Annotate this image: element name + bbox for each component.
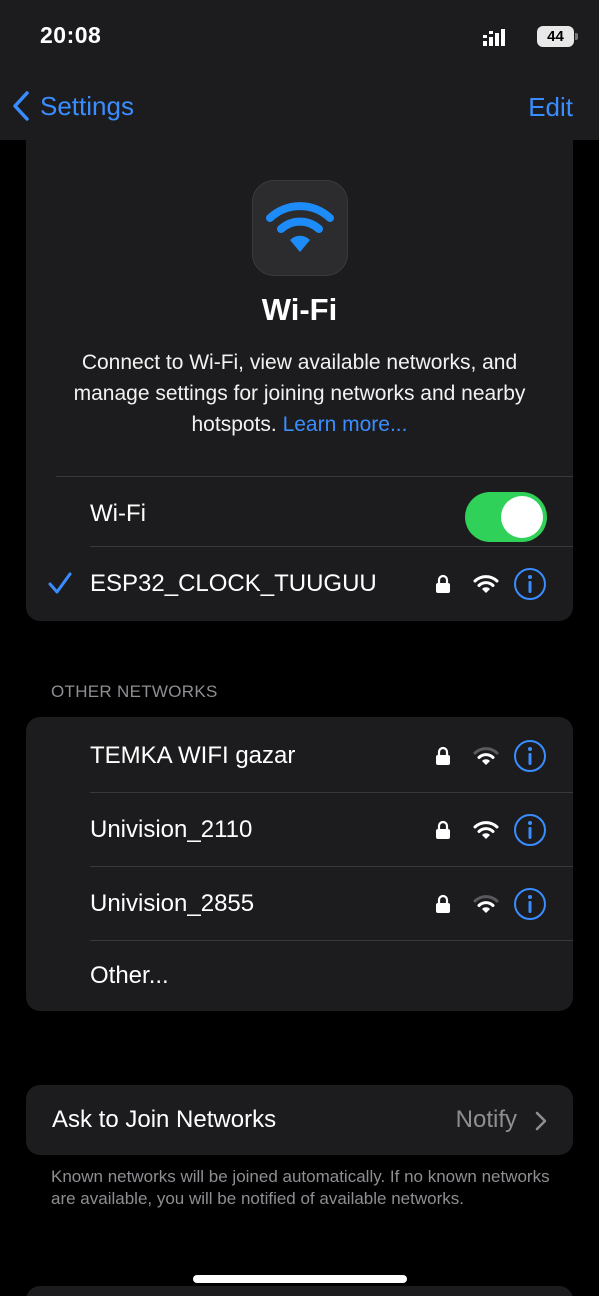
other-networks-header: OTHER NETWORKS bbox=[51, 682, 218, 701]
page-title: Wi-Fi bbox=[261, 292, 338, 327]
network-name: TEMKA WIFI gazar bbox=[90, 742, 296, 769]
network-status-icons bbox=[435, 885, 547, 923]
wifi-signal-icon bbox=[473, 575, 499, 593]
lock-icon bbox=[436, 574, 450, 593]
other-networks-card: TEMKA WIFI gazar Univision_2110 Univisio… bbox=[26, 717, 573, 1011]
next-section-card bbox=[26, 1286, 573, 1296]
edit-button[interactable]: Edit bbox=[528, 92, 573, 123]
info-icon[interactable] bbox=[513, 739, 547, 773]
home-indicator[interactable] bbox=[193, 1275, 407, 1283]
network-name: Univision_2110 bbox=[90, 816, 253, 843]
ask-to-join-label: Ask to Join Networks bbox=[52, 1106, 277, 1133]
toggle-knob bbox=[501, 496, 543, 538]
lock-icon bbox=[436, 894, 450, 913]
chevron-right-icon bbox=[535, 1111, 547, 1131]
lock-icon bbox=[436, 746, 450, 765]
network-row[interactable]: Univision_2110 bbox=[26, 793, 573, 867]
network-status-icons bbox=[435, 737, 547, 775]
cellular-signal-icon bbox=[483, 29, 505, 46]
other-network-row[interactable]: Other... bbox=[26, 941, 573, 1011]
connected-network-name: ESP32_CLOCK_TUUGUU bbox=[90, 570, 377, 597]
wifi-main-card: Wi-Fi Connect to Wi-Fi, view available n… bbox=[26, 140, 573, 621]
info-icon[interactable] bbox=[513, 567, 547, 601]
wifi-toggle-row: Wi-Fi bbox=[26, 477, 573, 551]
wifi-app-icon bbox=[252, 180, 348, 276]
lock-icon bbox=[436, 820, 450, 839]
other-network-label: Other... bbox=[90, 962, 169, 989]
learn-more-link[interactable]: Learn more... bbox=[283, 413, 408, 436]
status-bar: 20:08 44 bbox=[0, 0, 599, 72]
wifi-toggle-label: Wi-Fi bbox=[90, 500, 146, 527]
network-row[interactable]: TEMKA WIFI gazar bbox=[26, 719, 573, 793]
ask-to-join-value: Notify bbox=[455, 1106, 517, 1133]
status-time: 20:08 bbox=[40, 22, 102, 48]
network-row[interactable]: Univision_2855 bbox=[26, 867, 573, 941]
wifi-toggle[interactable] bbox=[465, 492, 547, 542]
network-name: Univision_2855 bbox=[90, 890, 255, 917]
network-status-icons bbox=[435, 565, 547, 603]
back-chevron-icon bbox=[13, 91, 29, 121]
info-icon[interactable] bbox=[513, 887, 547, 921]
ask-to-join-row[interactable]: Ask to Join Networks Notify bbox=[26, 1085, 573, 1155]
wifi-signal-icon bbox=[473, 895, 499, 913]
wifi-icon bbox=[266, 202, 334, 252]
wifi-description: Connect to Wi-Fi, view available network… bbox=[46, 347, 553, 440]
battery-icon: 44 bbox=[537, 26, 578, 47]
back-button[interactable]: Settings bbox=[12, 86, 134, 126]
network-status-icons bbox=[435, 811, 547, 849]
checkmark-icon bbox=[48, 572, 72, 594]
wifi-signal-icon bbox=[473, 821, 499, 839]
navigation-bar: Settings Edit bbox=[0, 72, 599, 140]
wifi-signal-icon bbox=[473, 747, 499, 765]
info-icon[interactable] bbox=[513, 813, 547, 847]
back-label: Settings bbox=[40, 90, 134, 121]
ask-to-join-note: Known networks will be joined automatica… bbox=[51, 1167, 550, 1208]
connected-network-row[interactable]: ESP32_CLOCK_TUUGUU bbox=[26, 547, 573, 621]
